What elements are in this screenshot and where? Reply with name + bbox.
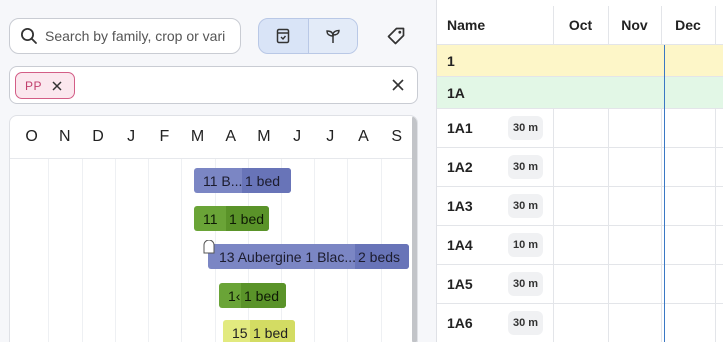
duration-badge: 30 m [508, 155, 543, 179]
plant-view-toggle-button[interactable] [307, 19, 357, 53]
month-label: M [190, 128, 205, 145]
planting-bar-beds: 2 beds [355, 244, 409, 269]
month-column-header: Dec [675, 17, 701, 33]
bed-name: 1 [447, 52, 455, 69]
planting-bar-label: 13 Aubergine 1 Blac... [219, 248, 355, 265]
table-row[interactable]: 1A6 30 m [437, 304, 723, 342]
duration-badge: 30 m [508, 311, 543, 335]
planting-bar[interactable]: 11 B... 1 bed [194, 168, 291, 193]
clear-filters-icon[interactable] [391, 78, 405, 92]
planting-bar-label: 11 B... [203, 172, 242, 189]
table-row[interactable]: 1A5 30 m [437, 265, 723, 304]
planting-bar[interactable]: 13 Aubergine 1 Blac... 2 beds [208, 244, 409, 269]
tag-filter-button[interactable] [382, 22, 410, 50]
bed-name: 1A3 [447, 198, 473, 214]
duration-badge: 30 m [508, 194, 543, 218]
bed-view-toggle-button[interactable] [259, 19, 308, 53]
planting-bar-label: 11 [203, 210, 218, 227]
duration-badge: 30 m [508, 116, 543, 140]
filter-bar: PP [9, 66, 418, 104]
scrollbar-thumb[interactable] [412, 116, 417, 342]
month-column-header: Nov [621, 17, 648, 33]
month-label: F [159, 128, 170, 145]
month-label: J [293, 128, 302, 145]
duration-badge: 30 m [508, 272, 543, 296]
grid-line [82, 159, 83, 342]
bed-name: 1A [447, 84, 465, 101]
duration-badge: 10 m [508, 233, 543, 257]
name-column-header[interactable]: Name [447, 6, 485, 44]
planting-bar-beds: 1 bed [241, 283, 286, 308]
month-label: O [25, 128, 38, 145]
month-label: D [92, 128, 104, 145]
timeline-divider [10, 158, 417, 159]
view-toggle [258, 18, 358, 54]
search-icon [21, 28, 37, 44]
crop-planner-panel: PP O N D J F M A M J J [0, 0, 436, 342]
planting-bar[interactable]: 11 1 bed [194, 206, 269, 231]
month-label: A [225, 128, 237, 145]
month-label: M [257, 128, 271, 145]
note-icon[interactable] [203, 240, 215, 254]
planting-bar[interactable]: 1‹ 1 bed [219, 283, 286, 308]
table-row[interactable]: 1A3 30 m [437, 187, 723, 226]
filter-chip: PP [15, 72, 75, 99]
table-row[interactable]: 1A4 10 m [437, 226, 723, 265]
today-marker [664, 45, 665, 342]
planting-bar-label: 15 [232, 324, 248, 341]
month-label: J [127, 128, 136, 145]
month-header: O N D J F M A M J J A S [15, 116, 413, 158]
bed-name: 1A1 [447, 120, 473, 136]
table-row[interactable]: 1A2 30 m [437, 148, 723, 187]
search-input[interactable] [45, 28, 225, 44]
planting-bar[interactable]: 15 1 bed [223, 320, 295, 342]
table-row[interactable]: 1A1 30 m [437, 109, 723, 148]
bed-name: 1A4 [447, 237, 473, 253]
planting-bar-label: 1‹ [228, 287, 241, 304]
remove-chip-icon[interactable] [52, 80, 62, 91]
planting-bar-beds: 1 bed [242, 168, 291, 193]
grid-line [48, 159, 49, 342]
grid-line [115, 159, 116, 342]
search-box[interactable] [9, 18, 241, 54]
bed-name: 1A5 [447, 276, 473, 292]
beds-table-panel: Name Oct Nov Dec 1 1A 1A1 30 m 1A2 30 m … [436, 0, 723, 342]
planting-bar-beds: 1 bed [226, 206, 269, 231]
grid-line [148, 159, 149, 342]
timeline-scrollbar[interactable] [412, 116, 417, 342]
month-label: S [391, 128, 402, 145]
bed-name: 1A2 [447, 159, 473, 175]
month-label: J [326, 128, 335, 145]
seed-packet-icon [277, 28, 290, 44]
planting-bar-beds: 1 bed [250, 320, 295, 342]
tag-icon [387, 27, 405, 45]
month-column-header: Oct [568, 17, 593, 33]
table-header: Name Oct Nov Dec [437, 6, 723, 45]
grid-line [181, 159, 182, 342]
month-label: N [59, 128, 71, 145]
table-row[interactable]: 1 [437, 45, 723, 77]
filter-chip-label: PP [25, 78, 43, 93]
sprout-icon [326, 29, 340, 43]
bed-name: 1A6 [447, 315, 473, 331]
month-label: A [358, 128, 369, 145]
table-row[interactable]: 1A [437, 77, 723, 109]
season-timeline: O N D J F M A M J J A S 11 B... 1 bed 11… [9, 115, 418, 342]
